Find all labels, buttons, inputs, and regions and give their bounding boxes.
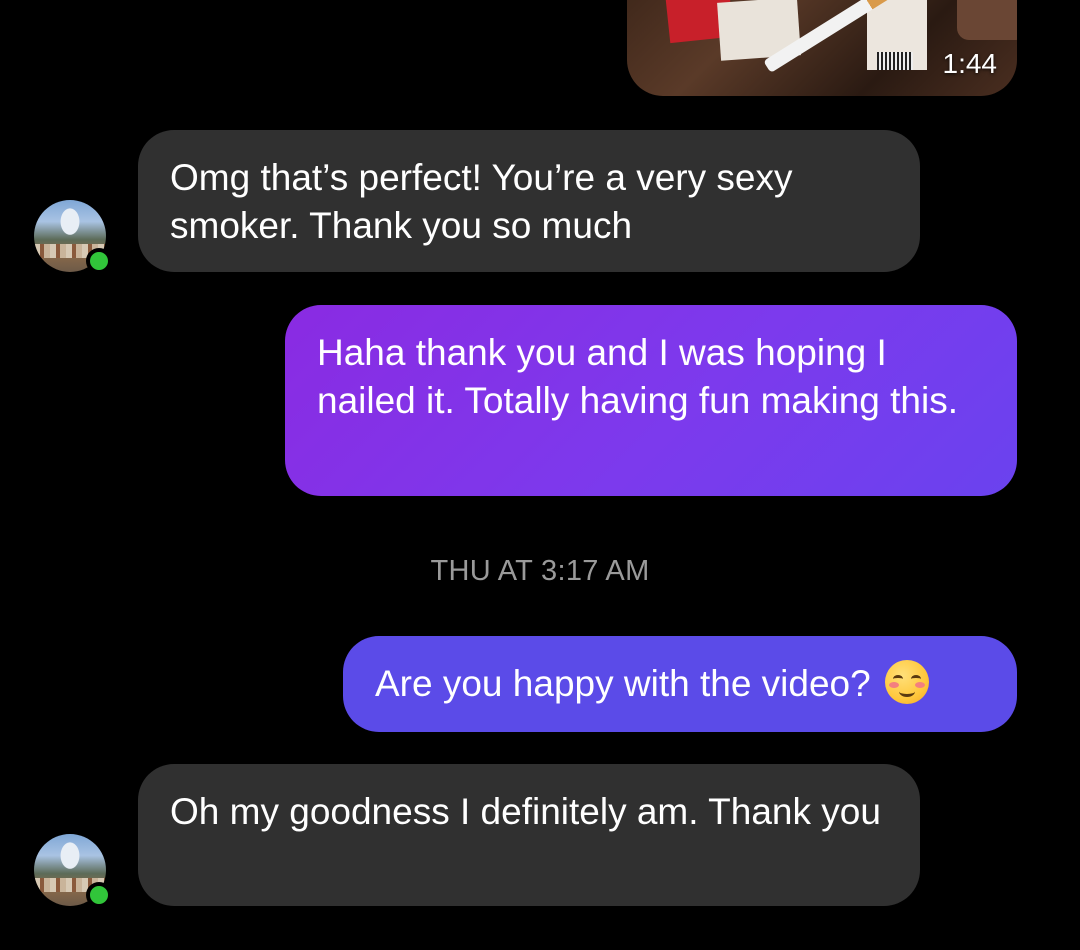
message-text: Oh my goodness I definitely am. Thank yo… (170, 791, 881, 832)
online-status-icon (86, 882, 112, 908)
message-bubble-outgoing[interactable]: Are you happy with the video? (343, 636, 1017, 732)
contact-avatar[interactable] (34, 834, 112, 908)
video-message-thumbnail[interactable]: 1:44 (627, 0, 1017, 96)
message-text: Omg that’s perfect! You’re a very sexy s… (170, 157, 793, 246)
video-duration: 1:44 (942, 48, 998, 79)
message-bubble-outgoing[interactable]: Haha thank you and I was hoping I nailed… (285, 305, 1017, 496)
video-frame-detail (877, 52, 913, 70)
contact-avatar[interactable] (34, 200, 112, 274)
message-bubble-incoming[interactable]: Omg that’s perfect! You’re a very sexy s… (138, 130, 920, 272)
smiling-face-emoji-icon (885, 660, 929, 704)
message-bubble-incoming[interactable]: Oh my goodness I definitely am. Thank yo… (138, 764, 920, 906)
message-text: Haha thank you and I was hoping I nailed… (317, 332, 959, 421)
online-status-icon (86, 248, 112, 274)
message-text: Are you happy with the video? (375, 663, 871, 704)
video-frame-detail (957, 0, 1017, 40)
conversation-timestamp: THU AT 3:17 AM (430, 555, 650, 587)
